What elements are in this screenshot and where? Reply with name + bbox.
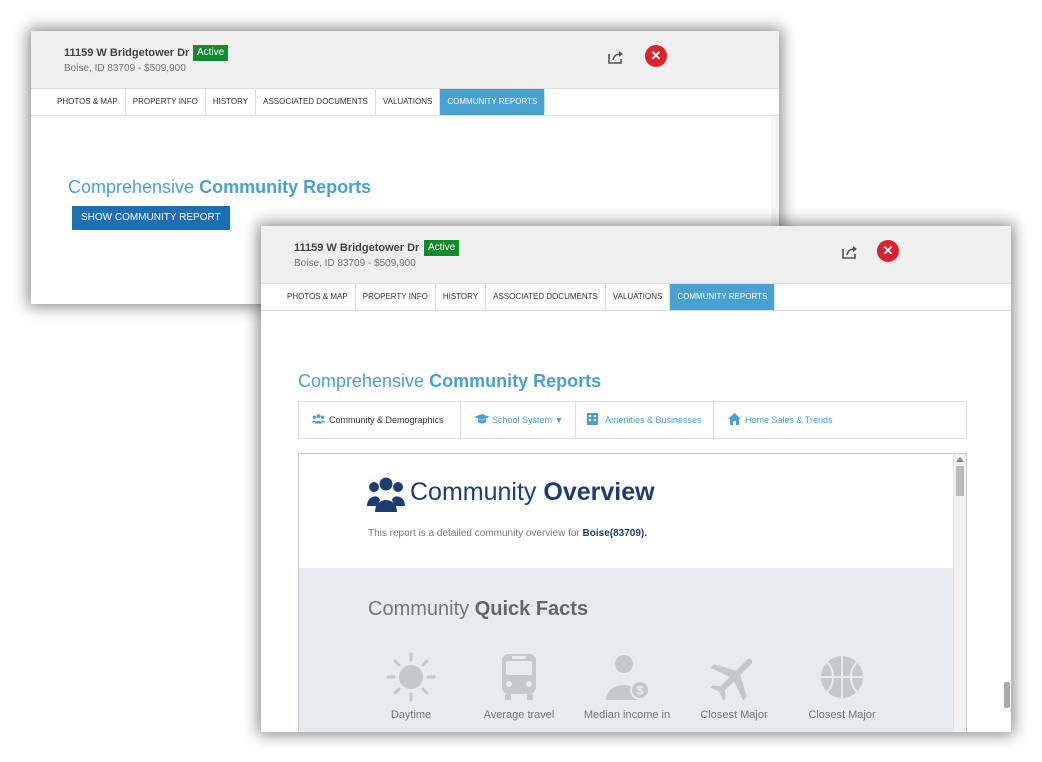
overview-title: Community Overview — [410, 478, 655, 507]
close-button[interactable]: ✕ — [877, 240, 899, 262]
listing-address: 11159 W Bridgetower Dr — [294, 242, 420, 254]
tab-history[interactable]: HISTORY — [206, 89, 257, 115]
close-button[interactable]: ✕ — [645, 45, 667, 67]
tab-photos-map[interactable]: PHOTOS & MAP — [31, 89, 126, 115]
fact-label: Average travel — [483, 709, 555, 721]
overview-location: Boise(83709). — [582, 528, 648, 539]
quick-facts-title: Community Quick Facts — [368, 598, 588, 621]
income-icon: $ — [606, 655, 650, 700]
tab-property-info[interactable]: PROPERTY INFO — [356, 284, 436, 310]
listing-subtitle: Boise, ID 83709 - $509,900 — [294, 258, 416, 269]
listing-address: 11159 W Bridgetower Dr — [64, 47, 190, 59]
tab-property-info[interactable]: PROPERTY INFO — [126, 89, 206, 115]
fact-label: Closest Major — [808, 709, 876, 721]
fact-average-travel: Average travel — [469, 652, 569, 721]
overview-description-text: This report is a detailed community over… — [368, 528, 580, 539]
tab-associated-documents[interactable]: ASSOCIATED DOCUMENTS — [486, 284, 606, 310]
subnav-label: Community & Demographics — [329, 415, 444, 425]
subnav-label: Home Sales & Trends — [745, 415, 833, 425]
listing-subtitle: Boise, ID 83709 - $509,900 — [64, 63, 186, 74]
fact-label: Median income in — [583, 709, 671, 721]
subnav-school-system[interactable]: School System ▼ — [474, 402, 563, 438]
title-light: Comprehensive — [298, 371, 425, 391]
quick-facts-title-bold: Quick Facts — [474, 598, 589, 620]
share-icon[interactable] — [607, 49, 625, 65]
tab-community-reports[interactable]: COMMUNITY REPORTS — [670, 284, 776, 310]
tab-bar: PHOTOS & MAP PROPERTY INFO HISTORY ASSOC… — [31, 89, 779, 116]
divider — [460, 402, 461, 438]
share-icon[interactable] — [841, 244, 859, 260]
quick-facts-title-light: Community — [368, 598, 470, 620]
listing-header: 11159 W Bridgetower Dr Active Boise, ID … — [261, 226, 1011, 284]
divider — [713, 402, 714, 438]
title-bold: Community Reports — [199, 177, 372, 197]
tab-community-reports[interactable]: COMMUNITY REPORTS — [440, 89, 546, 115]
title-light: Comprehensive — [68, 177, 195, 197]
tab-valuations[interactable]: VALUATIONS — [606, 284, 671, 310]
subnav-label: School System ▼ — [492, 415, 564, 425]
basketball-icon — [821, 656, 863, 698]
fact-closest-major-airport: Closest Major — [684, 652, 784, 721]
tab-photos-map[interactable]: PHOTOS & MAP — [261, 284, 356, 310]
status-badge: Active — [424, 240, 460, 256]
front-window: 11159 W Bridgetower Dr Active Boise, ID … — [261, 226, 1011, 732]
subnav-home-sales-trends[interactable]: Home Sales & Trends — [728, 402, 833, 438]
page-title: Comprehensive Community Reports — [68, 177, 371, 198]
page-title: Comprehensive Community Reports — [298, 371, 601, 392]
status-badge: Active — [193, 45, 229, 61]
svg-text:$: $ — [637, 684, 644, 698]
tab-bar: PHOTOS & MAP PROPERTY INFO HISTORY ASSOC… — [261, 284, 1011, 311]
tab-history[interactable]: HISTORY — [436, 284, 487, 310]
bus-icon — [502, 654, 536, 700]
overview-title-light: Community — [410, 478, 537, 506]
fact-median-income: $ Median income in — [577, 652, 677, 721]
overview-description: This report is a detailed community over… — [368, 528, 647, 539]
subnav-amenities-businesses[interactable]: Amenities & Businesses — [587, 402, 702, 438]
overview-title-bold: Overview — [543, 478, 655, 506]
scroll-up-arrow-icon[interactable] — [956, 457, 964, 462]
airplane-icon — [710, 658, 753, 701]
building-icon — [587, 413, 598, 425]
tab-valuations[interactable]: VALUATIONS — [376, 89, 441, 115]
home-icon — [728, 413, 741, 425]
fact-label: Closest Major — [700, 709, 768, 721]
fact-label: Daytime — [390, 709, 432, 721]
graduation-cap-icon — [474, 414, 490, 424]
subnav-label: Amenities & Businesses — [605, 415, 702, 425]
report-frame: Community Overview This report is a deta… — [298, 453, 967, 732]
subnav-community-demographics[interactable]: Community & Demographics — [312, 402, 444, 438]
quick-facts-section: Community Quick Facts Daytime Average tr… — [299, 568, 953, 732]
fact-daytime: Daytime — [361, 652, 461, 721]
window-scrollbar-thumb[interactable] — [1004, 682, 1010, 708]
listing-header: 11159 W Bridgetower Dr Active Boise, ID … — [31, 31, 779, 89]
scrollbar-thumb[interactable] — [956, 466, 964, 496]
report-subnav: Community & Demographics School System ▼… — [298, 401, 967, 439]
users-icon — [367, 477, 405, 512]
sun-icon — [386, 652, 436, 702]
show-community-report-button[interactable]: SHOW COMMUNITY REPORT — [72, 206, 230, 230]
divider — [575, 402, 576, 438]
report-scrollbar[interactable] — [953, 454, 966, 732]
tab-associated-documents[interactable]: ASSOCIATED DOCUMENTS — [256, 89, 376, 115]
fact-closest-major-sports: Closest Major — [792, 652, 892, 721]
users-icon — [312, 414, 325, 424]
title-bold: Community Reports — [429, 371, 602, 391]
